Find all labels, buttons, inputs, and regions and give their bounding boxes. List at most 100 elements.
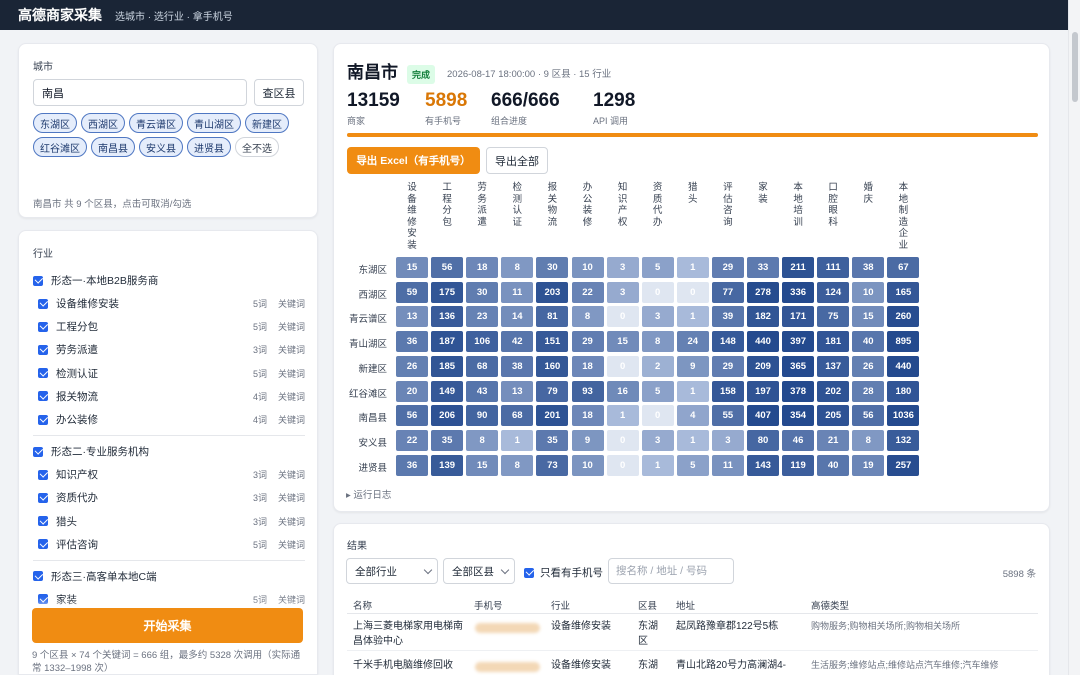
heatmap-cell[interactable]: 90	[466, 405, 499, 427]
heatmap-cell[interactable]: 46	[782, 429, 815, 451]
heatmap-cell[interactable]: 5	[641, 380, 674, 402]
heatmap-cell[interactable]: 9	[571, 429, 604, 451]
heatmap-cell[interactable]: 35	[536, 429, 569, 451]
heatmap-cell[interactable]: 171	[782, 306, 815, 328]
industry-item[interactable]: 设备维修安装 5词 关键词	[33, 292, 305, 315]
heatmap-cell[interactable]: 1	[606, 405, 639, 427]
heatmap-cell[interactable]: 3	[641, 429, 674, 451]
heatmap-cell[interactable]: 29	[711, 355, 744, 377]
heatmap-cell[interactable]: 0	[641, 405, 674, 427]
heatmap-cell[interactable]: 29	[711, 257, 744, 278]
heatmap-cell[interactable]: 0	[676, 281, 709, 303]
heatmap-cell[interactable]: 1036	[887, 405, 920, 427]
heatmap-cell[interactable]: 1	[641, 454, 674, 476]
heatmap-cell[interactable]: 10	[852, 281, 885, 303]
search-input[interactable]	[608, 558, 734, 584]
heatmap-cell[interactable]: 36	[396, 331, 428, 353]
heatmap-cell[interactable]: 22	[396, 429, 428, 451]
industry-item[interactable]: 知识产权 3词 关键词	[33, 463, 305, 486]
heatmap-cell[interactable]: 148	[711, 331, 744, 353]
heatmap-cell[interactable]: 79	[536, 380, 569, 402]
heatmap-cell[interactable]: 38	[852, 257, 885, 278]
checkbox-icon[interactable]	[38, 368, 48, 379]
heatmap-cell[interactable]: 278	[747, 281, 779, 303]
heatmap-cell[interactable]: 59	[396, 281, 428, 303]
heatmap-cell[interactable]: 93	[571, 380, 604, 402]
page-scrollbar[interactable]	[1068, 0, 1080, 675]
heatmap-cell[interactable]: 30	[466, 281, 499, 303]
heatmap-cell[interactable]: 30	[536, 257, 569, 278]
heatmap-cell[interactable]: 132	[887, 429, 920, 451]
industry-item[interactable]: 检测认证 5词 关键词	[33, 362, 305, 385]
checkbox-icon[interactable]	[524, 567, 534, 578]
industry-item[interactable]: 工程分包 5词 关键词	[33, 315, 305, 338]
heatmap-cell[interactable]: 15	[396, 257, 428, 278]
heatmap-cell[interactable]: 181	[817, 331, 850, 353]
cell-name[interactable]: 千米手机电脑维修回收	[353, 658, 468, 673]
heatmap-cell[interactable]: 15	[466, 454, 499, 476]
heatmap-cell[interactable]: 56	[431, 257, 464, 278]
heatmap-cell[interactable]: 378	[782, 380, 815, 402]
heatmap-cell[interactable]: 440	[747, 331, 779, 353]
checkbox-icon[interactable]	[38, 492, 48, 503]
heatmap-cell[interactable]: 8	[852, 429, 885, 451]
checkbox-icon[interactable]	[38, 321, 48, 332]
heatmap-cell[interactable]: 40	[852, 331, 885, 353]
checkbox-icon[interactable]	[33, 571, 43, 582]
heatmap-cell[interactable]: 354	[782, 405, 815, 427]
heatmap-cell[interactable]: 3	[606, 257, 639, 278]
heatmap-cell[interactable]: 0	[606, 429, 639, 451]
checkbox-icon[interactable]	[38, 298, 48, 309]
heatmap-cell[interactable]: 365	[782, 355, 815, 377]
keywords-link[interactable]: 关键词	[277, 593, 305, 606]
heatmap-cell[interactable]: 8	[466, 429, 499, 451]
heatmap-cell[interactable]: 18	[466, 257, 499, 278]
heatmap-cell[interactable]: 40	[817, 454, 850, 476]
heatmap-cell[interactable]: 136	[431, 306, 464, 328]
industry-group[interactable]: 形态三·高客单本地C端	[33, 565, 305, 588]
keywords-link[interactable]: 关键词	[277, 343, 305, 356]
heatmap-cell[interactable]: 1	[676, 306, 709, 328]
heatmap-cell[interactable]: 8	[501, 257, 534, 278]
heatmap-cell[interactable]: 14	[501, 306, 534, 328]
keywords-link[interactable]: 关键词	[277, 390, 305, 403]
heatmap-cell[interactable]: 124	[817, 281, 850, 303]
district-chip[interactable]: 青云谱区	[129, 113, 183, 133]
city-input[interactable]	[33, 79, 247, 106]
industry-item[interactable]: 劳务派遣 3词 关键词	[33, 338, 305, 361]
heatmap-cell[interactable]: 336	[782, 281, 815, 303]
heatmap-cell[interactable]: 180	[887, 380, 920, 402]
heatmap-cell[interactable]: 397	[782, 331, 815, 353]
heatmap-cell[interactable]: 5	[676, 454, 709, 476]
heatmap-cell[interactable]: 3	[606, 281, 639, 303]
start-button[interactable]: 开始采集	[32, 608, 303, 643]
heatmap-cell[interactable]: 10	[571, 257, 604, 278]
cell-name[interactable]: 上海三菱电梯家用电梯南昌体验中心	[353, 619, 468, 649]
heatmap-cell[interactable]: 209	[747, 355, 779, 377]
clear-all-chip[interactable]: 全不选	[235, 137, 279, 157]
keywords-link[interactable]: 关键词	[277, 297, 305, 310]
heatmap-cell[interactable]: 56	[852, 405, 885, 427]
keywords-link[interactable]: 关键词	[277, 538, 305, 551]
heatmap-cell[interactable]: 75	[817, 306, 850, 328]
heatmap-cell[interactable]: 203	[536, 281, 569, 303]
heatmap-cell[interactable]: 139	[431, 454, 464, 476]
heatmap-cell[interactable]: 20	[396, 380, 428, 402]
industry-item[interactable]: 报关物流 4词 关键词	[33, 385, 305, 408]
heatmap-cell[interactable]: 8	[571, 306, 604, 328]
heatmap-cell[interactable]: 73	[536, 454, 569, 476]
heatmap-cell[interactable]: 175	[431, 281, 464, 303]
heatmap-cell[interactable]: 1	[501, 429, 534, 451]
heatmap-cell[interactable]: 15	[852, 306, 885, 328]
heatmap-cell[interactable]: 201	[536, 405, 569, 427]
heatmap-cell[interactable]: 257	[887, 454, 920, 476]
checkbox-icon[interactable]	[38, 516, 48, 527]
heatmap-cell[interactable]: 0	[606, 306, 639, 328]
heatmap-cell[interactable]: 19	[852, 454, 885, 476]
industry-item[interactable]: 资质代办 3词 关键词	[33, 486, 305, 509]
heatmap-cell[interactable]: 440	[887, 355, 920, 377]
keywords-link[interactable]: 关键词	[277, 320, 305, 333]
district-chip[interactable]: 进贤县	[187, 137, 231, 157]
heatmap-cell[interactable]: 28	[852, 380, 885, 402]
district-filter-select[interactable]: 全部区县	[443, 558, 515, 584]
